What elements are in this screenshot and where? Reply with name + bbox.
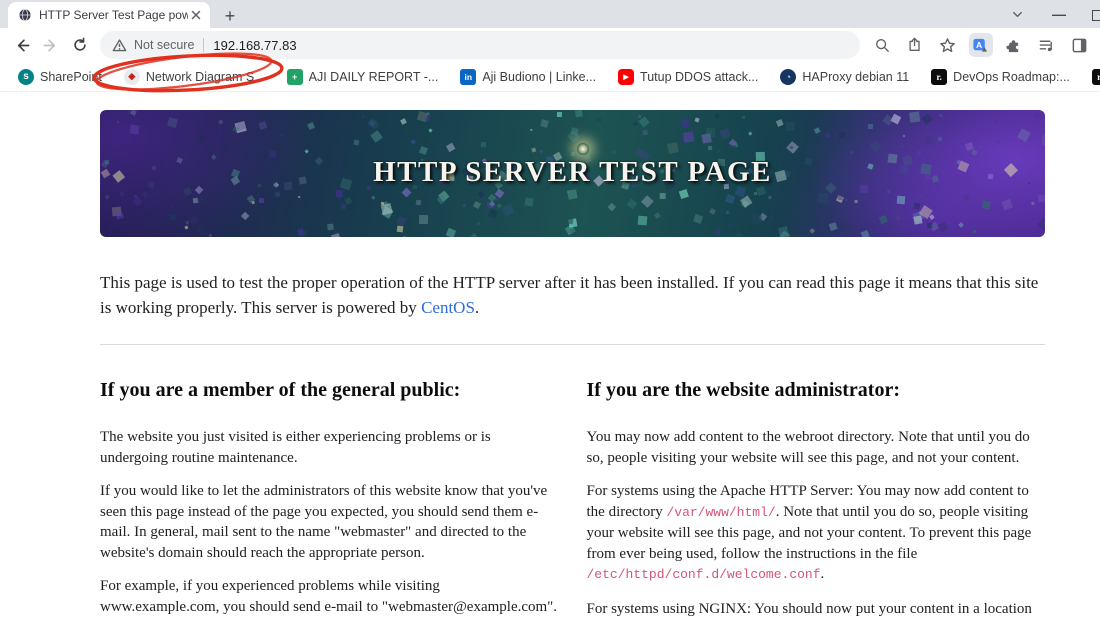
tab-title: HTTP Server Test Page powered <box>39 8 188 22</box>
omnibox-divider <box>203 38 205 52</box>
bookmark-linkedin[interactable]: in Aji Budiono | Linke... <box>452 66 604 88</box>
bookmark-star-icon[interactable] <box>936 33 960 57</box>
intro-paragraph: This page is used to test the proper ope… <box>100 273 1039 317</box>
url-text[interactable]: 192.168.77.83 <box>213 38 296 53</box>
paragraph: For systems using the Apache HTTP Server… <box>586 483 1032 582</box>
centos-link[interactable]: CentOS <box>421 298 475 317</box>
playlist-icon[interactable] <box>1035 33 1059 57</box>
spreadsheet-icon: + <box>286 68 303 85</box>
tab-search-chevron-icon[interactable] <box>1008 5 1026 23</box>
search-icon[interactable] <box>870 33 894 57</box>
administrator-heading: If you are the website administrator: <box>586 379 900 401</box>
administrator-column: If you are the website administrator: Yo… <box>587 345 1046 619</box>
paragraph: The website you just visited is either e… <box>100 429 491 466</box>
bookmark-aji-daily-report[interactable]: + AJI DAILY REPORT -... <box>279 66 447 88</box>
youtube-icon: ▶ <box>618 68 635 85</box>
haproxy-icon: ◔ <box>780 68 797 85</box>
new-tab-button[interactable]: + <box>218 4 242 28</box>
back-button[interactable] <box>10 32 35 58</box>
page-viewport: HTTP SERVER TEST PAGE This page is used … <box>0 92 1100 619</box>
minimize-button[interactable]: — <box>1050 5 1068 23</box>
general-public-heading: If you are a member of the general publi… <box>100 379 461 401</box>
tab-strip: HTTP Server Test Page powered + — <box>0 0 1100 28</box>
bookmark-network-diagram[interactable]: ◆ Network Diagram S... <box>116 66 273 88</box>
tab-close-icon[interactable] <box>188 7 204 23</box>
bookmark-devops-roadmap[interactable]: r. DevOps Roadmap:... <box>923 66 1078 88</box>
page-title: HTTP SERVER TEST PAGE <box>373 155 772 188</box>
globe-favicon-icon <box>18 8 32 22</box>
browser-toolbar: Not secure 192.168.77.83 A <box>0 28 1100 93</box>
svg-text:A: A <box>976 39 982 49</box>
translate-icon[interactable]: A <box>968 33 993 57</box>
banner: HTTP SERVER TEST PAGE <box>100 110 1045 237</box>
bookmark-docker-roadmap[interactable]: r. Docker Roadmap -... <box>1084 66 1100 88</box>
browser-tab[interactable]: HTTP Server Test Page powered <box>8 2 210 28</box>
paragraph: If you would like to let the administrat… <box>100 483 548 561</box>
address-bar[interactable]: Not secure 192.168.77.83 <box>99 31 860 59</box>
maximize-button[interactable] <box>1092 5 1100 23</box>
not-secure-warning-icon[interactable] <box>112 38 127 53</box>
bookmark-sharepoint[interactable]: s SharePoint <box>10 66 110 88</box>
paragraph: For example, if you experienced problems… <box>100 578 558 615</box>
linkedin-icon: in <box>460 68 477 85</box>
bookmarks-bar: s SharePoint ◆ Network Diagram S... + AJ… <box>0 62 1100 92</box>
bookmark-youtube[interactable]: ▶ Tutup DDOS attack... <box>610 66 766 88</box>
reload-button[interactable] <box>67 32 92 58</box>
sharepoint-icon: s <box>18 68 34 85</box>
forward-button[interactable] <box>39 32 64 58</box>
security-label[interactable]: Not secure <box>134 38 194 52</box>
general-public-column: If you are a member of the general publi… <box>100 345 559 619</box>
roadmap-icon: r. <box>1091 68 1100 85</box>
network-diagram-icon: ◆ <box>123 68 140 85</box>
side-panel-icon[interactable] <box>1068 33 1092 57</box>
bookmark-haproxy[interactable]: ◔ HAProxy debian 11 <box>772 66 917 88</box>
roadmap-icon: r. <box>931 68 948 85</box>
paragraph: You may now add content to the webroot d… <box>586 429 1030 466</box>
share-icon[interactable] <box>903 33 927 57</box>
paragraph: For systems using NGINX: You should now … <box>586 600 1032 617</box>
extensions-puzzle-icon[interactable] <box>1002 33 1026 57</box>
